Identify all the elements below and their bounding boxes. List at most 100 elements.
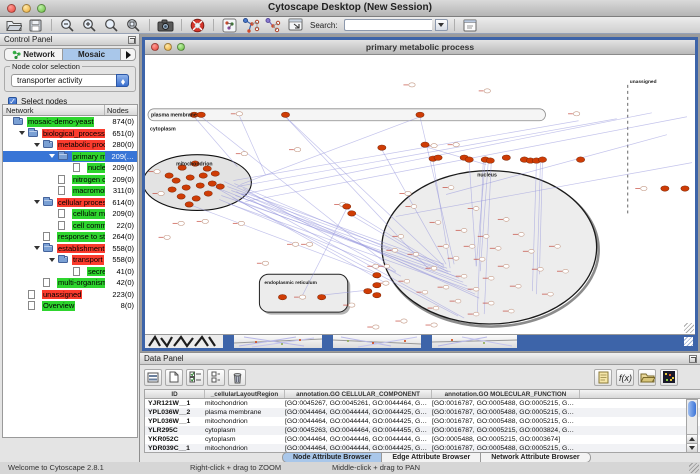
table-cell[interactable]: YJR121W__1: [145, 399, 205, 408]
table-cell[interactable]: [GO:0016787, GO:0005488, GO:0005215, G…: [432, 408, 580, 417]
frame-resize-grip[interactable]: [684, 323, 694, 333]
minimized-view-thumbnail[interactable]: [234, 335, 322, 348]
tree-row[interactable]: multi-organism pro42(0): [3, 277, 137, 289]
expand-triangle-icon[interactable]: [34, 143, 40, 147]
table-row[interactable]: YPL036W__2plasma membrane[GO:0044464, GO…: [145, 408, 700, 417]
window-resize-grip[interactable]: [689, 463, 699, 473]
zoom-in-icon[interactable]: [80, 18, 99, 33]
tab-network[interactable]: Network: [5, 49, 63, 60]
table-cell[interactable]: YKR052C: [145, 435, 205, 444]
dropdown-stepper-icon[interactable]: [116, 74, 129, 87]
frame-close-button[interactable]: [151, 43, 159, 51]
minimized-view-thumbnail[interactable]: [432, 335, 517, 348]
float-panel-icon[interactable]: [128, 36, 136, 44]
tab-scroll-arrow-icon[interactable]: [121, 49, 135, 60]
tree-row[interactable]: Overview8(0): [3, 300, 137, 312]
function-builder-icon[interactable]: f(x): [616, 369, 634, 386]
frame-minimize-button[interactable]: [164, 43, 172, 51]
table-column-header[interactable]: annotation.GO MOLECULAR_FUNCTION: [432, 390, 580, 398]
zoom-out-icon[interactable]: [58, 18, 77, 33]
tree-row[interactable]: cellular process614(0): [3, 197, 137, 209]
table-cell[interactable]: [GO:0016787, GO:0005488, GO:0005215, G…: [432, 399, 580, 408]
attribute-table[interactable]: YJR121W__1mitochondrion[GO:0045267, GO:0…: [144, 399, 700, 453]
layout-network-icon[interactable]: [242, 18, 261, 33]
table-column-header[interactable]: annotation.GO CELLULAR_COMPONENT: [285, 390, 432, 398]
table-cell[interactable]: [GO:0045267, GO:0045261, GO:0044464, G…: [285, 399, 432, 408]
tree-row[interactable]: nitrogen compo209(0): [3, 174, 137, 186]
notepad-icon[interactable]: [594, 369, 612, 386]
expand-triangle-icon[interactable]: [49, 258, 55, 262]
table-cell[interactable]: [GO:0005488, GO:0005215, GO:0003674]: [432, 435, 580, 444]
snapshot-camera-icon[interactable]: [156, 18, 175, 33]
float-panel-icon[interactable]: [689, 355, 697, 363]
search-dropdown-arrow-icon[interactable]: [435, 19, 448, 31]
help-lifesaver-icon[interactable]: [188, 18, 207, 33]
table-cell[interactable]: cytoplasm: [205, 426, 285, 435]
table-cell[interactable]: [GO:0044464, GO:0044444, GO:0044425, G…: [285, 417, 432, 426]
minimized-view-thumbnail[interactable]: [145, 335, 223, 348]
table-column-header[interactable]: _cellularLayoutRegion: [205, 390, 285, 398]
tree-row[interactable]: cellular metabo209(0): [3, 208, 137, 220]
table-cell[interactable]: [GO:0016787, GO:0005215, GO:0003824, G…: [432, 426, 580, 435]
network-view-titlebar[interactable]: primary metabolic process: [145, 40, 695, 55]
tree-column-nodes[interactable]: Nodes: [105, 105, 137, 115]
matrix-icon[interactable]: [660, 369, 678, 386]
table-row[interactable]: YPL036W__1mitochondrion[GO:0044464, GO:0…: [145, 417, 700, 426]
save-icon[interactable]: [26, 18, 45, 33]
table-cell[interactable]: [GO:0044464, GO:0044444, GO:0044425, G…: [285, 408, 432, 417]
table-cell[interactable]: cytoplasm: [205, 435, 285, 444]
table-row[interactable]: YLR295Ccytoplasm[GO:0045263, GO:0044464,…: [145, 426, 700, 435]
table-cell[interactable]: mitochondrion: [205, 399, 285, 408]
table-cell[interactable]: YPL036W__1: [145, 417, 205, 426]
tree-row[interactable]: primary metabo209(…: [3, 151, 137, 163]
tree-row[interactable]: secretion41(0): [3, 266, 137, 278]
tree-row[interactable]: nucleobase-209(0): [3, 162, 137, 174]
table-row[interactable]: YJR121W__1mitochondrion[GO:0045267, GO:0…: [145, 399, 700, 408]
network-overview-icon[interactable]: [220, 18, 239, 33]
select-attributes-icon[interactable]: [186, 369, 204, 386]
annotation-icon[interactable]: [461, 18, 480, 33]
scrollbar-thumb[interactable]: [688, 401, 696, 417]
view-grid-icon[interactable]: [286, 18, 305, 33]
table-cell[interactable]: [GO:0045263, GO:0044464, GO:0044455, G…: [285, 426, 432, 435]
table-cell[interactable]: YLR295C: [145, 426, 205, 435]
network-view[interactable]: plasma membrane cytoplasm mitochondrion …: [145, 55, 695, 334]
zoom-fit-icon[interactable]: [124, 18, 143, 33]
table-column-header[interactable]: ID: [145, 390, 205, 398]
color-attribute-dropdown[interactable]: transporter activity: [11, 74, 129, 87]
open-attributes-icon[interactable]: [638, 369, 656, 386]
minimized-view-thumbnail[interactable]: [333, 335, 421, 348]
tree-row[interactable]: establishment of lo558(0): [3, 243, 137, 255]
table-cell[interactable]: YDR039C__1: [145, 444, 205, 453]
layout-network-alt-icon[interactable]: [264, 18, 283, 33]
tab-mosaic[interactable]: Mosaic: [63, 49, 121, 60]
zoom-button[interactable]: [37, 4, 46, 13]
expand-triangle-icon[interactable]: [19, 131, 25, 135]
unselect-attributes-icon[interactable]: [207, 369, 225, 386]
minimize-button[interactable]: [22, 4, 31, 13]
table-column-header[interactable]: [580, 390, 700, 398]
table-cell[interactable]: plasma membrane: [205, 408, 285, 417]
tree-row[interactable]: response to stimulu264(0): [3, 231, 137, 243]
close-button[interactable]: [7, 4, 16, 13]
tree-row[interactable]: macromolecule311(0): [3, 185, 137, 197]
expand-triangle-icon[interactable]: [49, 154, 55, 158]
table-cell[interactable]: mitochondrion: [205, 444, 285, 453]
tree-row[interactable]: metabolic process280(0): [3, 139, 137, 151]
expand-triangle-icon[interactable]: [34, 246, 40, 250]
new-attribute-icon[interactable]: [165, 369, 183, 386]
table-cell[interactable]: [GO:0044464, GO:0044446, GO:0044444, G…: [285, 435, 432, 444]
table-cell[interactable]: YPL036W__2: [145, 408, 205, 417]
frame-zoom-button[interactable]: [177, 43, 185, 51]
table-row[interactable]: YKR052Ccytoplasm[GO:0044464, GO:0044446,…: [145, 435, 700, 444]
tree-row[interactable]: biological_process651(0): [3, 128, 137, 140]
scroll-up-icon[interactable]: [687, 434, 697, 443]
expand-triangle-icon[interactable]: [34, 200, 40, 204]
tree-row[interactable]: transport558(0): [3, 254, 137, 266]
scroll-down-icon[interactable]: [687, 443, 697, 452]
tree-row[interactable]: cell communicat22(0): [3, 220, 137, 232]
open-icon[interactable]: [4, 18, 23, 33]
zoom-selected-icon[interactable]: [102, 18, 121, 33]
attribute-list-icon[interactable]: [144, 369, 162, 386]
tree-row[interactable]: unassigned223(0): [3, 289, 137, 301]
